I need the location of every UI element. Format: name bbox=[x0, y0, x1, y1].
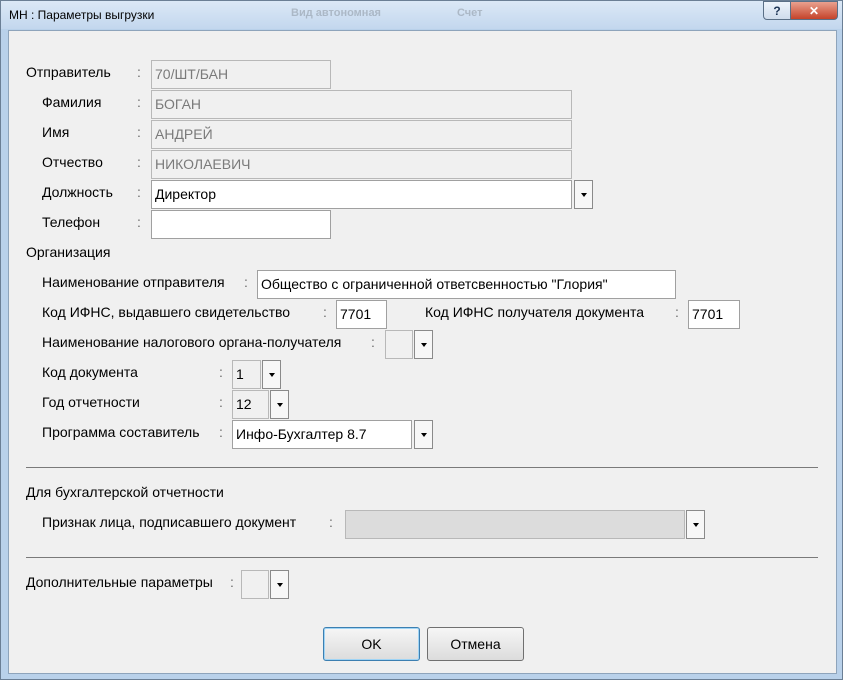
program-colon: : bbox=[219, 424, 223, 440]
position-combobox[interactable]: Директор bbox=[151, 180, 572, 209]
help-icon: ? bbox=[773, 3, 781, 18]
doc-code-label: Код документа bbox=[42, 364, 138, 380]
report-year-combobox[interactable]: 12 bbox=[232, 390, 269, 419]
window-title: МН : Параметры выгрузки bbox=[9, 8, 155, 22]
dialog-window: МН : Параметры выгрузки Вид автономная С… bbox=[0, 0, 843, 680]
patronymic-colon: : bbox=[137, 154, 141, 170]
chevron-down-icon bbox=[276, 582, 283, 587]
sender-name-colon: : bbox=[244, 274, 248, 290]
sender-colon: : bbox=[137, 64, 141, 80]
chevron-down-icon bbox=[276, 402, 283, 407]
tax-authority-label: Наименование налогового органа-получател… bbox=[42, 334, 342, 350]
ifns-issuer-colon: : bbox=[323, 304, 327, 320]
organization-section-title: Организация bbox=[26, 244, 111, 260]
surname-label: Фамилия bbox=[42, 94, 102, 110]
help-button[interactable]: ? bbox=[763, 1, 791, 20]
divider bbox=[26, 467, 818, 468]
tax-authority-dropdown-button[interactable] bbox=[414, 330, 433, 359]
close-icon: ✕ bbox=[808, 3, 820, 18]
chevron-down-icon bbox=[692, 522, 699, 527]
position-dropdown-button[interactable] bbox=[574, 180, 593, 209]
tax-authority-combobox[interactable] bbox=[385, 330, 413, 359]
surname-colon: : bbox=[137, 94, 141, 110]
name-colon: : bbox=[137, 124, 141, 140]
phone-colon: : bbox=[137, 214, 141, 230]
program-combobox[interactable]: Инфо-Бухгалтер 8.7 bbox=[232, 420, 412, 449]
signer-dropdown-button[interactable] bbox=[686, 510, 705, 539]
report-year-colon: : bbox=[219, 394, 223, 410]
program-dropdown-button[interactable] bbox=[414, 420, 433, 449]
patronymic-field: НИКОЛАЕВИЧ bbox=[151, 150, 572, 179]
signer-colon: : bbox=[329, 514, 333, 530]
ok-button[interactable]: OK bbox=[323, 627, 420, 661]
extra-params-colon: : bbox=[230, 574, 234, 590]
report-year-dropdown-button[interactable] bbox=[270, 390, 289, 419]
program-label: Программа составитель bbox=[42, 424, 200, 440]
position-colon: : bbox=[137, 184, 141, 200]
tax-authority-colon: : bbox=[371, 334, 375, 350]
chevron-down-icon bbox=[420, 432, 427, 437]
name-label: Имя bbox=[42, 124, 70, 140]
name-field: АНДРЕЙ bbox=[151, 120, 572, 149]
doc-code-combobox[interactable]: 1 bbox=[232, 360, 261, 389]
accounting-section-title: Для бухгалтерской отчетности bbox=[26, 484, 224, 500]
surname-field: БОГАН bbox=[151, 90, 572, 119]
doc-code-colon: : bbox=[219, 364, 223, 380]
extra-params-label: Дополнительные параметры bbox=[26, 574, 213, 590]
doc-code-dropdown-button[interactable] bbox=[262, 360, 281, 389]
sender-name-label: Наименование отправителя bbox=[42, 274, 225, 290]
sender-label: Отправитель bbox=[26, 64, 111, 80]
ifns-recipient-input[interactable]: 7701 bbox=[688, 300, 740, 329]
sender-field: 70/ШТ/БАН bbox=[151, 60, 331, 89]
chevron-down-icon bbox=[268, 372, 275, 377]
ifns-recipient-colon: : bbox=[675, 304, 679, 320]
extra-params-combobox[interactable] bbox=[241, 570, 269, 599]
cancel-button[interactable]: Отмена bbox=[427, 627, 524, 661]
phone-label: Телефон bbox=[42, 214, 101, 230]
patronymic-label: Отчество bbox=[42, 154, 103, 170]
phone-input[interactable] bbox=[151, 210, 331, 239]
ifns-issuer-input[interactable]: 7701 bbox=[336, 300, 387, 329]
chevron-down-icon bbox=[580, 192, 587, 197]
position-label: Должность bbox=[42, 184, 113, 200]
signer-combobox[interactable] bbox=[345, 510, 685, 539]
signer-label: Признак лица, подписавшего документ bbox=[42, 514, 297, 530]
sender-name-input[interactable]: Общество с ограниченной ответсвенностью … bbox=[257, 270, 676, 299]
report-year-label: Год отчетности bbox=[42, 394, 140, 410]
dialog-body: Отправитель : 70/ШТ/БАН Фамилия : БОГАН … bbox=[8, 30, 837, 674]
background-window-title-2: Счет bbox=[457, 7, 483, 19]
chevron-down-icon bbox=[420, 342, 427, 347]
ifns-issuer-label: Код ИФНС, выдавшего свидетельство bbox=[42, 304, 291, 320]
extra-params-dropdown-button[interactable] bbox=[270, 570, 289, 599]
title-bar[interactable]: МН : Параметры выгрузки Вид автономная С… bbox=[1, 1, 842, 29]
ifns-recipient-label: Код ИФНС получателя документа bbox=[425, 304, 644, 320]
divider bbox=[26, 557, 818, 558]
background-window-title: Вид автономная bbox=[291, 7, 381, 19]
close-button[interactable]: ✕ bbox=[790, 1, 838, 20]
